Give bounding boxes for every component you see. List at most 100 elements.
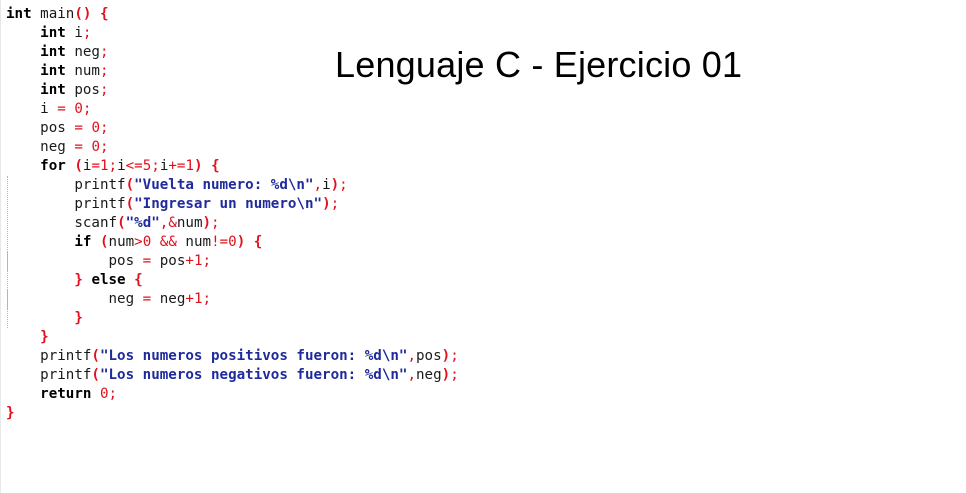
code-token-op: ; <box>151 158 160 174</box>
code-line[interactable]: neg = 0; <box>6 138 459 157</box>
code-token-kw: else <box>91 272 126 288</box>
code-line[interactable]: neg = neg+1; <box>6 290 459 309</box>
code-token-id: pos <box>108 253 143 269</box>
code-token-punc: ( <box>99 234 109 250</box>
code-token-op: && <box>159 234 177 250</box>
code-line[interactable]: pos = 0; <box>6 119 459 138</box>
code-token-punc: ) <box>441 348 451 364</box>
code-editor[interactable]: int main() { int i; int neg; int num; in… <box>0 0 966 493</box>
code-token-punc: } <box>74 310 83 326</box>
code-token-kw: for <box>40 158 66 174</box>
indent-guide <box>7 290 8 309</box>
code-token-num: 1 <box>99 158 109 174</box>
code-token-id: num <box>65 63 100 79</box>
code-token-op: , <box>407 367 417 383</box>
code-line[interactable]: } <box>6 309 459 328</box>
code-token-kw: int <box>40 25 66 41</box>
code-token-id <box>245 234 254 250</box>
code-token-op: ; <box>202 253 212 269</box>
code-token-kw: int <box>40 63 66 79</box>
code-token-punc: ( <box>125 177 135 193</box>
code-token-op: , <box>313 177 323 193</box>
code-token-num: 1 <box>185 158 194 174</box>
code-token-id: i <box>117 158 126 174</box>
code-token-op: ; <box>339 177 348 193</box>
code-token-op: ; <box>99 139 109 155</box>
code-token-op: = <box>142 253 152 269</box>
code-token-punc: { <box>211 158 220 174</box>
code-token-punc: { <box>253 234 263 250</box>
code-token-num: 0 <box>142 234 152 250</box>
code-token-op: ; <box>202 291 212 307</box>
code-token-op: ; <box>99 44 109 60</box>
code-token-punc: ( <box>117 215 126 231</box>
code-token-str: "Los numeros negativos fueron: %d\n" <box>99 367 408 383</box>
code-token-punc: } <box>40 329 49 345</box>
code-token-op: , <box>407 348 417 364</box>
code-line[interactable]: if (num>0 && num!=0) { <box>6 233 459 252</box>
code-token-punc: { <box>99 6 109 22</box>
code-token-id: num <box>108 234 135 250</box>
code-token-op: ; <box>211 215 220 231</box>
page-title: Lenguaje C - Ejercicio 01 <box>335 44 743 85</box>
code-token-op: ; <box>99 120 109 136</box>
code-line[interactable]: } else { <box>6 271 459 290</box>
code-token-punc: } <box>6 405 15 421</box>
code-line[interactable]: printf("Ingresar un numero\n"); <box>6 195 459 214</box>
code-token-num: 0 <box>99 386 109 402</box>
code-token-id: neg <box>108 291 143 307</box>
code-token-kw: int <box>6 6 32 22</box>
code-token-id: num <box>176 215 203 231</box>
code-line[interactable]: i = 0; <box>6 100 459 119</box>
code-token-kw: return <box>40 386 92 402</box>
code-token-op: += <box>168 158 186 174</box>
code-token-punc: ( <box>91 367 100 383</box>
code-token-punc: ( <box>74 158 83 174</box>
code-token-op: = <box>57 101 66 117</box>
code-token-id: scanf <box>74 215 118 231</box>
code-token-op: ; <box>99 82 109 98</box>
code-line[interactable]: } <box>6 328 459 347</box>
code-token-op: ; <box>82 25 92 41</box>
code-token-op: ; <box>330 196 340 212</box>
code-token-id: i <box>65 25 83 41</box>
code-token-id: printf <box>74 196 126 212</box>
code-token-id <box>203 158 212 174</box>
code-token-punc: } <box>74 272 83 288</box>
code-token-id: neg <box>416 367 442 383</box>
code-line[interactable]: printf("Los numeros negativos fueron: %d… <box>6 366 459 385</box>
code-line[interactable]: return 0; <box>6 385 459 404</box>
code-token-punc: ) <box>322 196 331 212</box>
code-token-op: = <box>74 139 83 155</box>
code-token-op: + <box>185 291 194 307</box>
code-token-id: pos <box>416 348 442 364</box>
code-token-op: != <box>211 234 229 250</box>
code-line[interactable]: for (i=1;i<=5;i+=1) { <box>6 157 459 176</box>
code-line[interactable]: printf("Vuelta numero: %d\n",i); <box>6 176 459 195</box>
code-token-id: i <box>40 101 58 117</box>
code-token-id: printf <box>74 177 126 193</box>
code-token-num: 0 <box>91 120 100 136</box>
code-line[interactable]: int main() { <box>6 5 459 24</box>
code-token-op: <= <box>125 158 143 174</box>
code-token-op: ; <box>108 158 118 174</box>
code-line[interactable]: scanf("%d",&num); <box>6 214 459 233</box>
code-line[interactable]: int i; <box>6 24 459 43</box>
code-token-id: neg <box>40 139 75 155</box>
code-token-id: printf <box>40 348 92 364</box>
code-line[interactable]: printf("Los numeros positivos fueron: %d… <box>6 347 459 366</box>
code-line[interactable]: pos = pos+1; <box>6 252 459 271</box>
code-line[interactable]: } <box>6 404 459 423</box>
code-token-punc: ) <box>236 234 246 250</box>
code-token-punc: ) <box>330 177 340 193</box>
